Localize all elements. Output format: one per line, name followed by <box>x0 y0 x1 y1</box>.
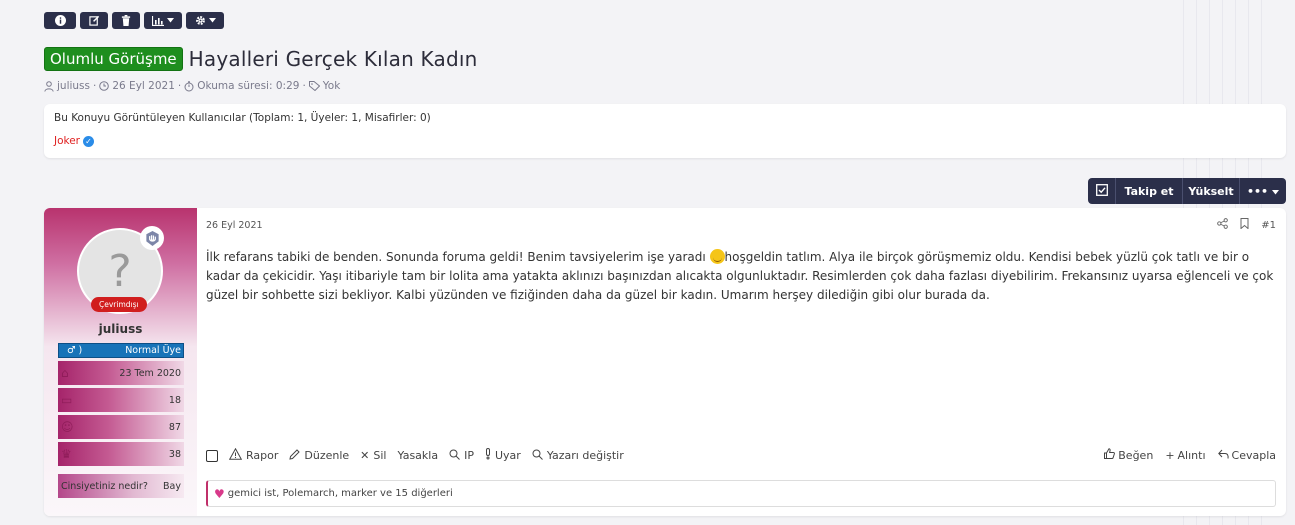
clock-icon <box>99 80 110 92</box>
post-tools: Rapor Düzenle ✕ Sil Yasakla IP Uyar Yazar… <box>206 447 624 463</box>
post-date[interactable]: 26 Eyl 2021 <box>206 220 263 231</box>
thread-date[interactable]: 26 Eyl 2021 <box>112 80 175 92</box>
gear-icon <box>195 15 206 26</box>
settings-button[interactable] <box>186 12 224 29</box>
thread-meta: juliuss · 26 Eyl 2021 · Okuma süresi: 0:… <box>44 80 340 92</box>
info-icon <box>54 15 66 26</box>
reply-icon <box>1217 449 1229 462</box>
smile-emoji-icon <box>709 249 725 264</box>
user-badge-icon <box>140 226 164 250</box>
chevron-down-icon <box>1272 185 1280 198</box>
warn-link[interactable]: Uyar <box>485 448 521 463</box>
chevron-down-icon <box>167 18 174 23</box>
viewers-panel: Bu Konuyu Görüntüleyen Kullanıcılar (Top… <box>44 104 1286 158</box>
chart-icon <box>152 15 164 26</box>
reactions-stat: ☺ 87 <box>58 415 184 439</box>
reply-button[interactable]: Cevapla <box>1217 448 1276 462</box>
thread-author-link[interactable]: juliuss <box>57 80 90 92</box>
trophy-icon: ♛ <box>61 447 72 461</box>
read-time: Okuma süresi: 0:29 <box>197 80 300 92</box>
joined-stat: ⌂ 23 Tem 2020 <box>58 361 184 385</box>
ban-link[interactable]: Yasakla <box>398 449 439 462</box>
edit-icon <box>88 15 100 26</box>
message-icon: ▭ <box>61 393 73 407</box>
thread-title-row: Olumlu Görüşme Hayalleri Gerçek Kılan Ka… <box>44 47 478 71</box>
quote-button[interactable]: + Alıntı <box>1165 448 1205 462</box>
close-icon: ✕ <box>360 449 370 462</box>
likes-bar[interactable]: ♥ gemici ist, Polemarch, marker ve 15 di… <box>206 480 1276 507</box>
select-post-checkbox[interactable] <box>206 449 218 462</box>
edit-thread-button[interactable] <box>80 12 108 29</box>
warning-icon <box>228 447 243 463</box>
bump-button[interactable]: Yükselt <box>1183 178 1240 204</box>
warning-sign-icon <box>485 448 491 463</box>
likes-list: gemici ist, Polemarch, marker ve 15 diğe… <box>227 488 453 499</box>
moderation-toolbar <box>44 12 224 29</box>
info-button[interactable] <box>44 12 76 29</box>
thumbs-up-icon <box>1104 448 1116 462</box>
viewer-user-link[interactable]: Joker <box>54 135 80 147</box>
smile-icon: ☺ <box>61 420 74 434</box>
user-icon <box>44 80 54 92</box>
edit-link[interactable]: Düzenle <box>289 448 349 463</box>
thread-actions: Takip et Yükselt ••• <box>1088 178 1286 204</box>
verified-icon: ✓ <box>83 135 95 147</box>
more-options-button[interactable]: ••• <box>1240 178 1286 204</box>
trash-icon <box>121 15 131 26</box>
follow-button[interactable]: Takip et <box>1116 178 1183 204</box>
home-icon: ⌂ <box>61 366 69 380</box>
like-button[interactable]: Beğen <box>1104 448 1153 462</box>
gender-stat: Cinsiyetiniz nedir? Bay <box>58 474 184 498</box>
stopwatch-icon <box>184 80 194 92</box>
report-link[interactable]: Rapor <box>228 447 278 463</box>
bookmark-icon[interactable] <box>1240 218 1249 232</box>
post-number[interactable]: #1 <box>1261 220 1276 231</box>
thread-tags: Yok <box>322 80 341 92</box>
post-header-tools: #1 <box>1217 218 1276 232</box>
viewers-summary: Bu Konuyu Görüntüleyen Kullanıcılar (Top… <box>54 112 431 124</box>
change-author-link[interactable]: Yazarı değiştir <box>532 449 624 463</box>
messages-stat: ▭ 18 <box>58 388 184 412</box>
thread-prefix-badge[interactable]: Olumlu Görüşme <box>44 47 183 71</box>
gender-icon: ♂ ) <box>67 345 83 356</box>
ip-link[interactable]: IP <box>449 449 474 463</box>
post-message: ? Çevrimdışı juliuss ♂ ) Normal Üye ⌂ 23… <box>44 208 1286 516</box>
user-rank: Normal Üye <box>125 345 181 356</box>
stats-button[interactable] <box>144 12 182 29</box>
username-link[interactable]: juliuss <box>44 322 197 336</box>
heart-icon: ♥ <box>214 486 225 501</box>
status-badge: Çevrimdışı <box>91 297 147 312</box>
share-icon[interactable] <box>1217 218 1229 232</box>
points-stat: ♛ 38 <box>58 442 184 466</box>
pencil-icon <box>289 448 301 463</box>
search-icon <box>449 449 460 463</box>
post-body: İlk refarans tabiki de benden. Sonunda f… <box>206 249 1274 302</box>
user-rank-banner: ♂ ) Normal Üye <box>58 343 184 358</box>
search-icon <box>532 449 543 463</box>
checkbox-icon <box>1095 183 1108 199</box>
user-sidebar: ? Çevrimdışı juliuss ♂ ) Normal Üye ⌂ 23… <box>44 208 197 516</box>
page-title: Hayalleri Gerçek Kılan Kadın <box>188 47 478 71</box>
tag-icon <box>308 80 320 92</box>
chevron-down-icon <box>208 18 216 23</box>
delete-link[interactable]: ✕ Sil <box>360 449 386 462</box>
delete-button[interactable] <box>112 12 140 29</box>
plus-icon: + <box>1165 448 1175 462</box>
select-thread-button[interactable] <box>1088 178 1116 204</box>
post-reactions: Beğen + Alıntı Cevapla <box>1104 448 1276 462</box>
